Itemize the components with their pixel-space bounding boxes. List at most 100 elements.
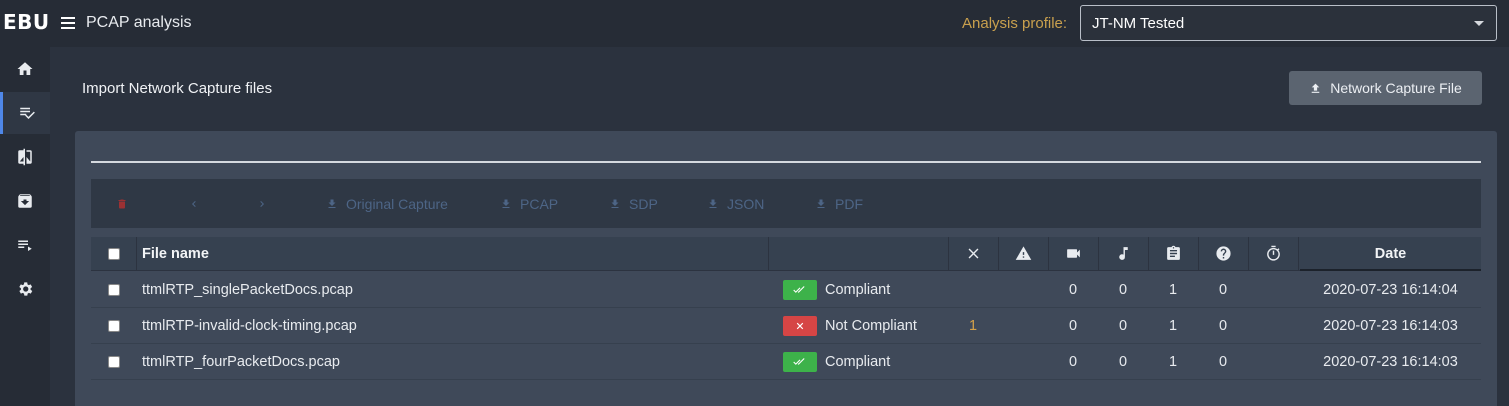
table-row[interactable]: ttmlRTP_singlePacketDocs.pcap Compliant … [91, 272, 1481, 308]
playlist-check-icon [19, 107, 35, 119]
errors-count: 1 [968, 317, 978, 334]
sort-indicator [1300, 269, 1481, 271]
video-count: 0 [1068, 353, 1078, 370]
column-header-video[interactable] [1065, 237, 1082, 270]
download-icon [709, 199, 717, 208]
sidebar-item-settings[interactable] [0, 268, 50, 310]
top-bar: EBU PCAP analysis Analysis profile: JT-N… [0, 0, 1509, 47]
column-header-errors[interactable] [965, 237, 982, 270]
archive-icon [18, 194, 32, 208]
trash-icon [118, 199, 126, 209]
download-pdf-button[interactable]: PDF [815, 195, 863, 213]
errors-count [958, 344, 988, 379]
close-icon [968, 248, 979, 259]
chevron-right-icon [260, 201, 264, 207]
upload-icon [1311, 83, 1320, 93]
audio-count: 0 [1118, 281, 1128, 298]
download-icon [817, 199, 825, 208]
previous-page-button[interactable] [188, 195, 200, 213]
download-icon [502, 199, 510, 208]
column-header-warnings[interactable] [1015, 237, 1032, 270]
errors-count [958, 272, 988, 307]
ancillary-count: 1 [1168, 281, 1178, 298]
file-name-cell[interactable]: ttmlRTP_singlePacketDocs.pcap [142, 272, 353, 307]
analysis-profile-label: Analysis profile: [962, 15, 1068, 32]
clipboard-icon [1167, 245, 1180, 260]
row-checkbox[interactable] [108, 355, 120, 368]
music-note-icon [1119, 247, 1128, 260]
table-toolbar: Original Capture PCAP SDP JSON PDF [91, 179, 1481, 228]
panel-divider [91, 161, 1481, 163]
table-header: File name Date [91, 237, 1481, 271]
home-icon [17, 62, 33, 75]
status-cell: Compliant [783, 344, 890, 379]
download-json-label: JSON [727, 196, 765, 212]
gear-icon [19, 282, 33, 296]
column-header-audio[interactable] [1115, 237, 1132, 270]
video-icon [1067, 249, 1080, 258]
download-pdf-label: PDF [835, 196, 863, 212]
status-text: Compliant [825, 353, 891, 370]
sidebar-item-streams[interactable] [0, 224, 50, 266]
download-original-capture-button[interactable]: Original Capture [326, 195, 448, 213]
double-check-icon [793, 357, 805, 365]
download-json-button[interactable]: JSON [707, 195, 764, 213]
ancillary-count: 1 [1168, 353, 1178, 370]
date-cell: 2020-07-23 16:14:03 [1323, 353, 1458, 370]
table-row[interactable]: ttmlRTP_fourPacketDocs.pcap Compliant 0 … [91, 344, 1481, 380]
status-text: Compliant [825, 281, 891, 298]
timer-icon [1267, 245, 1280, 261]
captures-panel: Original Capture PCAP SDP JSON PDF File … [75, 131, 1497, 406]
unknown-count: 0 [1218, 317, 1228, 334]
status-badge [783, 315, 817, 336]
column-header-ancillary[interactable] [1165, 237, 1182, 270]
select-all-checkbox[interactable] [108, 247, 120, 260]
chevron-left-icon [192, 201, 196, 207]
audio-count: 0 [1118, 353, 1128, 370]
download-pcap-label: PCAP [520, 196, 559, 212]
sidebar-item-compare[interactable] [0, 136, 50, 178]
section-title: Import Network Capture files [82, 80, 273, 97]
page-title: PCAP analysis [86, 14, 192, 31]
row-checkbox[interactable] [108, 319, 120, 332]
select-all-cell [108, 237, 120, 270]
analysis-profile-select[interactable]: JT-NM Tested [1080, 5, 1497, 41]
status-cell: Compliant [783, 272, 890, 307]
audio-count: 0 [1118, 317, 1128, 334]
next-page-button[interactable] [256, 195, 268, 213]
status-badge [783, 351, 817, 372]
unknown-count: 0 [1218, 281, 1228, 298]
download-icon [328, 199, 336, 208]
status-text: Not Compliant [825, 317, 917, 334]
column-header-date[interactable]: Date [1300, 237, 1481, 270]
sidebar-item-pcaps[interactable] [0, 92, 50, 134]
playlist-play-icon [18, 240, 32, 251]
status-badge [783, 279, 817, 300]
file-name-cell[interactable]: ttmlRTP-invalid-clock-timing.pcap [142, 308, 357, 343]
row-checkbox[interactable] [108, 283, 120, 296]
upload-capture-button[interactable]: Network Capture File [1289, 71, 1482, 105]
column-header-unknown[interactable] [1215, 237, 1232, 270]
compare-icon [18, 148, 32, 166]
video-count: 0 [1068, 281, 1078, 298]
column-header-timing[interactable] [1265, 237, 1282, 270]
double-check-icon [793, 285, 805, 293]
help-circle-icon [1216, 246, 1231, 261]
analysis-profile-value: JT-NM Tested [1092, 15, 1185, 32]
menu-icon[interactable] [61, 17, 75, 29]
table-row[interactable]: ttmlRTP-invalid-clock-timing.pcap Not Co… [91, 308, 1481, 344]
ebu-logo[interactable]: EBU [3, 10, 50, 34]
unknown-count: 0 [1218, 353, 1228, 370]
column-header-file-name[interactable]: File name [142, 237, 209, 270]
chevron-down-icon [1474, 21, 1484, 26]
ancillary-count: 1 [1168, 317, 1178, 334]
sidebar-item-home[interactable] [0, 48, 50, 90]
sidebar-item-archive[interactable] [0, 180, 50, 222]
upload-capture-label: Network Capture File [1330, 80, 1462, 96]
delete-button[interactable] [116, 195, 128, 213]
date-cell: 2020-07-23 16:14:04 [1323, 281, 1458, 298]
download-sdp-button[interactable]: SDP [609, 195, 658, 213]
video-count: 0 [1068, 317, 1078, 334]
download-pcap-button[interactable]: PCAP [500, 195, 558, 213]
file-name-cell[interactable]: ttmlRTP_fourPacketDocs.pcap [142, 344, 340, 379]
